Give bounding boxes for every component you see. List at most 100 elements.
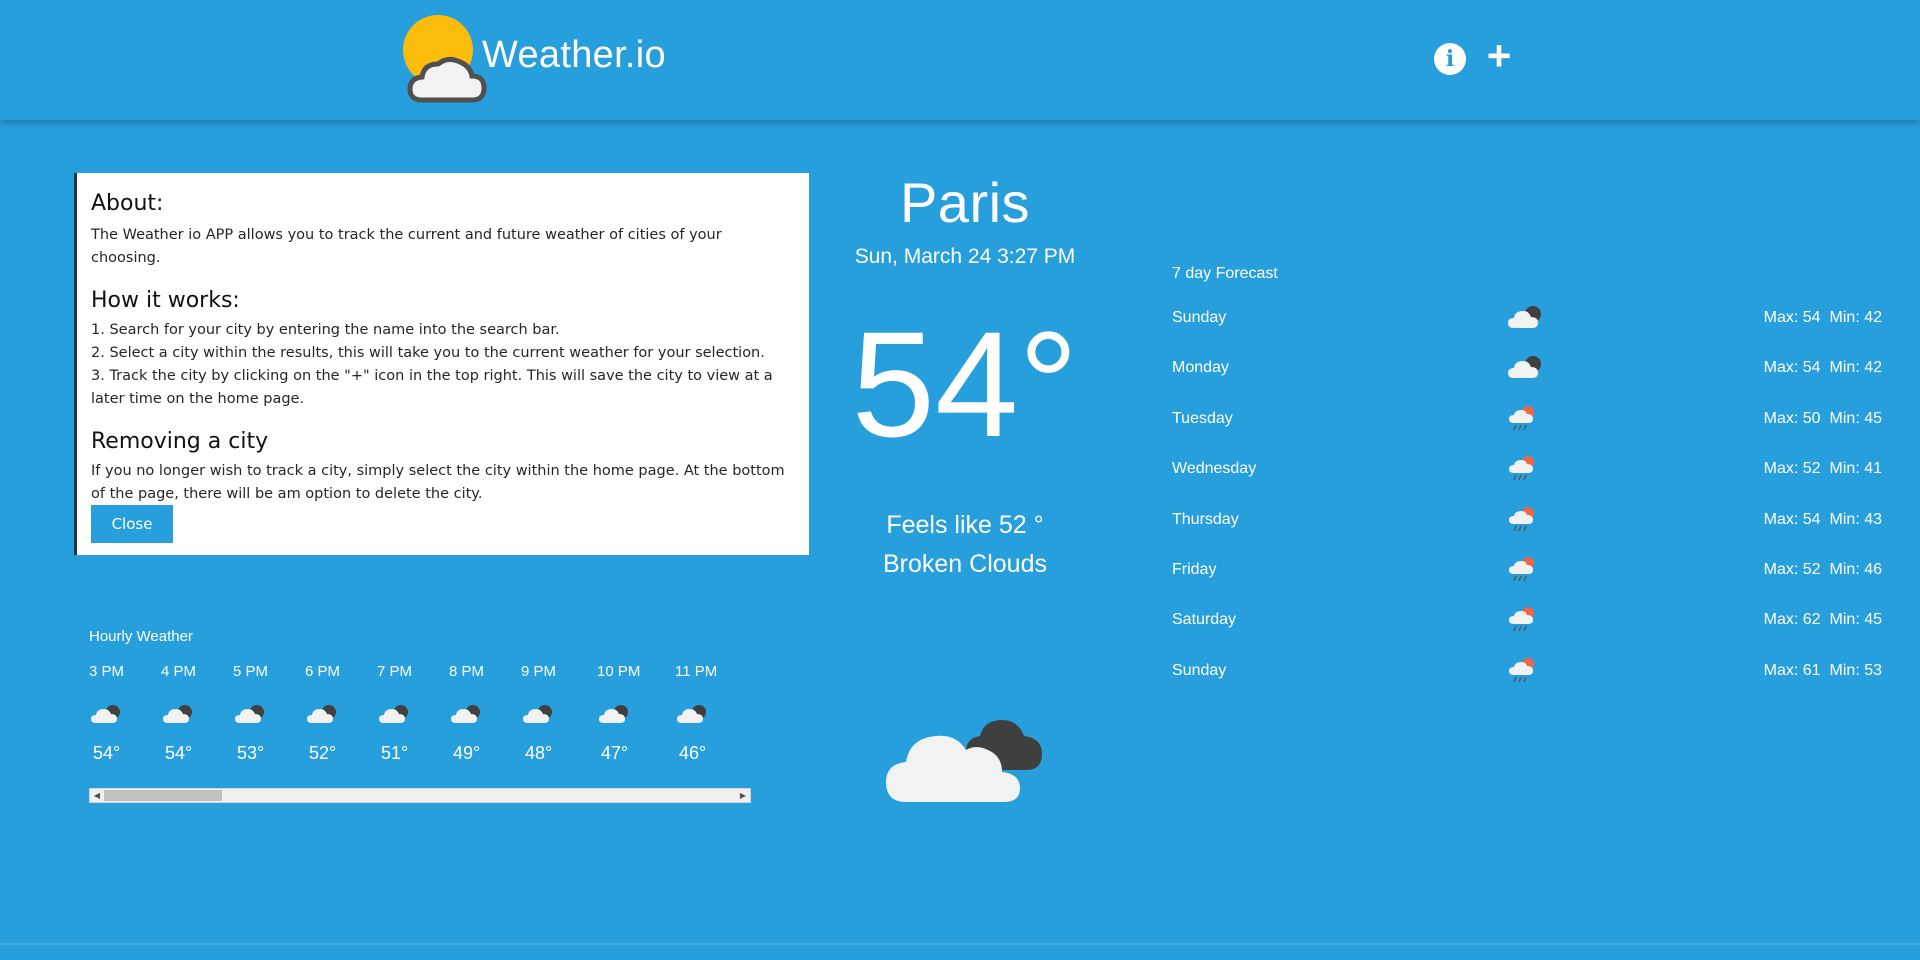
- hour-temp: 48°: [525, 743, 553, 763]
- broken-clouds-icon: [379, 705, 408, 723]
- forecast-max: Max: 50: [1763, 409, 1821, 427]
- broken-clouds-icon: [235, 705, 264, 723]
- forecast-range: Max: 52 Min: 46: [1764, 561, 1882, 579]
- feels-like: Feels like 52 °: [886, 511, 1044, 539]
- forecast-min: Min: 41: [1829, 460, 1882, 478]
- rain-icon: [1509, 405, 1534, 431]
- broken-clouds-icon: [599, 705, 628, 723]
- city-name: Paris: [899, 171, 1031, 234]
- forecast-min: Min: 45: [1829, 409, 1882, 427]
- forecast-day: Tuesday: [1172, 409, 1233, 427]
- forecast-day: Friday: [1172, 560, 1217, 578]
- hour-temp: 51°: [381, 743, 409, 763]
- rain-icon: [1509, 506, 1534, 531]
- info-icon[interactable]: i: [1434, 43, 1466, 75]
- forecast-range: Max: 62 Min: 45: [1764, 611, 1882, 629]
- hour-item: 6 PM 52°: [305, 663, 375, 764]
- scroll-right-arrow-icon[interactable]: ▶: [736, 789, 750, 802]
- forecast-row[interactable]: Friday Max: 52 Min: 46: [1172, 556, 1882, 611]
- hour-time: 6 PM: [305, 663, 341, 680]
- forecast-row[interactable]: Monday Max: 54 Min: 42: [1172, 356, 1882, 409]
- app-header: Weather.io i +: [0, 0, 1920, 120]
- forecast-day: Monday: [1172, 359, 1229, 377]
- forecast-day: Sunday: [1172, 309, 1227, 326]
- rain-icon: [1509, 556, 1534, 582]
- forecast-max: Max: 62: [1763, 611, 1821, 629]
- add-city-plus-icon[interactable]: +: [1482, 35, 1516, 77]
- forecast-max: Max: 54: [1763, 510, 1821, 528]
- current-weather: Paris Sun, March 24 3:27 PM 54° Feels li…: [820, 170, 1110, 802]
- forecast-max: Max: 52: [1763, 560, 1821, 578]
- broken-clouds-icon: [307, 705, 336, 723]
- hour-time: 5 PM: [233, 663, 269, 680]
- hourly-strip[interactable]: 3 PM 54° 4 PM 54° 5 PM 53° 6 PM 52° 7 PM…: [89, 663, 751, 773]
- hour-item: 9 PM 48°: [521, 663, 591, 764]
- weather-description: Broken Clouds: [883, 550, 1047, 578]
- forecast-title: 7 day Forecast: [1172, 265, 1278, 282]
- forecast-max: Max: 54: [1763, 309, 1821, 326]
- broken-clouds-icon: [677, 705, 706, 723]
- hour-temp: 47°: [601, 743, 629, 763]
- how-it-works-heading: How it works:: [91, 288, 240, 313]
- hour-time: 10 PM: [597, 663, 641, 680]
- current-temperature: 54°: [851, 300, 1079, 468]
- forecast-min: Min: 43: [1829, 510, 1882, 528]
- close-button[interactable]: Close: [91, 505, 173, 543]
- forecast-max: Max: 54: [1763, 359, 1821, 377]
- scroll-thumb[interactable]: [104, 790, 222, 801]
- about-description: The Weather io APP allows you to track t…: [91, 227, 722, 266]
- forecast-row[interactable]: Sunday Max: 61 Min: 53: [1172, 657, 1882, 712]
- forecast-row[interactable]: Sunday Max: 54 Min: 42: [1172, 306, 1882, 359]
- about-heading: About:: [91, 191, 164, 216]
- hour-time: 3 PM: [89, 663, 125, 680]
- broken-clouds-icon: [451, 705, 480, 723]
- forecast-day: Sunday: [1172, 661, 1227, 679]
- step-1: 1. Search for your city by entering the …: [91, 322, 560, 338]
- hour-time: 4 PM: [161, 663, 197, 680]
- broken-clouds-icon: [523, 705, 552, 723]
- hour-temp: 52°: [309, 743, 337, 763]
- seven-day-forecast: 7 day Forecast Sunday Max: 54 Min: 42 Mon…: [1172, 265, 1882, 712]
- hour-item: 5 PM 53°: [233, 663, 303, 764]
- rain-icon: [1509, 657, 1534, 682]
- hour-time: 9 PM: [521, 663, 557, 680]
- app-name: Weather.io: [482, 34, 666, 76]
- forecast-min: Min: 42: [1829, 309, 1882, 326]
- forecast-row[interactable]: Tuesday Max: 50 Min: 45: [1172, 405, 1882, 460]
- footer-divider: [0, 943, 1920, 945]
- step-2: 2. Select a city within the results, thi…: [91, 345, 765, 361]
- hour-item: 7 PM 51°: [377, 663, 447, 764]
- forecast-min: Min: 42: [1829, 359, 1882, 377]
- scroll-left-arrow-icon[interactable]: ◀: [90, 789, 104, 802]
- forecast-row[interactable]: Thursday Max: 54 Min: 43: [1172, 506, 1882, 561]
- forecast-day: Thursday: [1172, 510, 1239, 528]
- forecast-day: Saturday: [1172, 611, 1237, 629]
- hourly-scrollbar[interactable]: ◀ ▶: [89, 788, 751, 803]
- hour-time: 8 PM: [449, 663, 485, 680]
- forecast-range: Max: 50 Min: 45: [1764, 410, 1882, 428]
- current-datetime: Sun, March 24 3:27 PM: [854, 245, 1076, 268]
- forecast-range: Max: 52 Min: 41: [1764, 460, 1882, 478]
- removing-heading: Removing a city: [91, 429, 269, 454]
- forecast-range: Max: 54 Min: 42: [1764, 309, 1882, 327]
- rain-icon: [1509, 456, 1534, 481]
- hourly-weather: Hourly Weather 3 PM 54° 4 PM 54° 5 PM 53…: [89, 628, 751, 803]
- forecast-min: Min: 45: [1829, 611, 1882, 629]
- forecast-row[interactable]: Saturday Max: 62 Min: 45: [1172, 607, 1882, 661]
- forecast-day: Wednesday: [1172, 460, 1257, 478]
- rain-icon: [1509, 607, 1534, 632]
- hour-temp: 46°: [679, 743, 707, 763]
- about-dialog: About: The Weather io APP allows you to …: [74, 173, 809, 555]
- forecast-range: Max: 54 Min: 42: [1764, 359, 1882, 377]
- hour-temp: 54°: [93, 743, 121, 763]
- hour-item: 10 PM 47°: [597, 663, 667, 764]
- broken-clouds-icon: [91, 705, 120, 723]
- forecast-max: Max: 61: [1763, 661, 1821, 679]
- hour-temp: 54°: [165, 743, 193, 763]
- forecast-range: Max: 61 Min: 53: [1764, 662, 1882, 680]
- hour-time: 11 PM: [675, 663, 718, 680]
- hour-item: 11 PM 46°: [675, 663, 745, 764]
- brand[interactable]: Weather.io: [402, 12, 722, 108]
- forecast-row[interactable]: Wednesday Max: 52 Min: 41: [1172, 456, 1882, 510]
- broken-clouds-icon: [886, 720, 1042, 802]
